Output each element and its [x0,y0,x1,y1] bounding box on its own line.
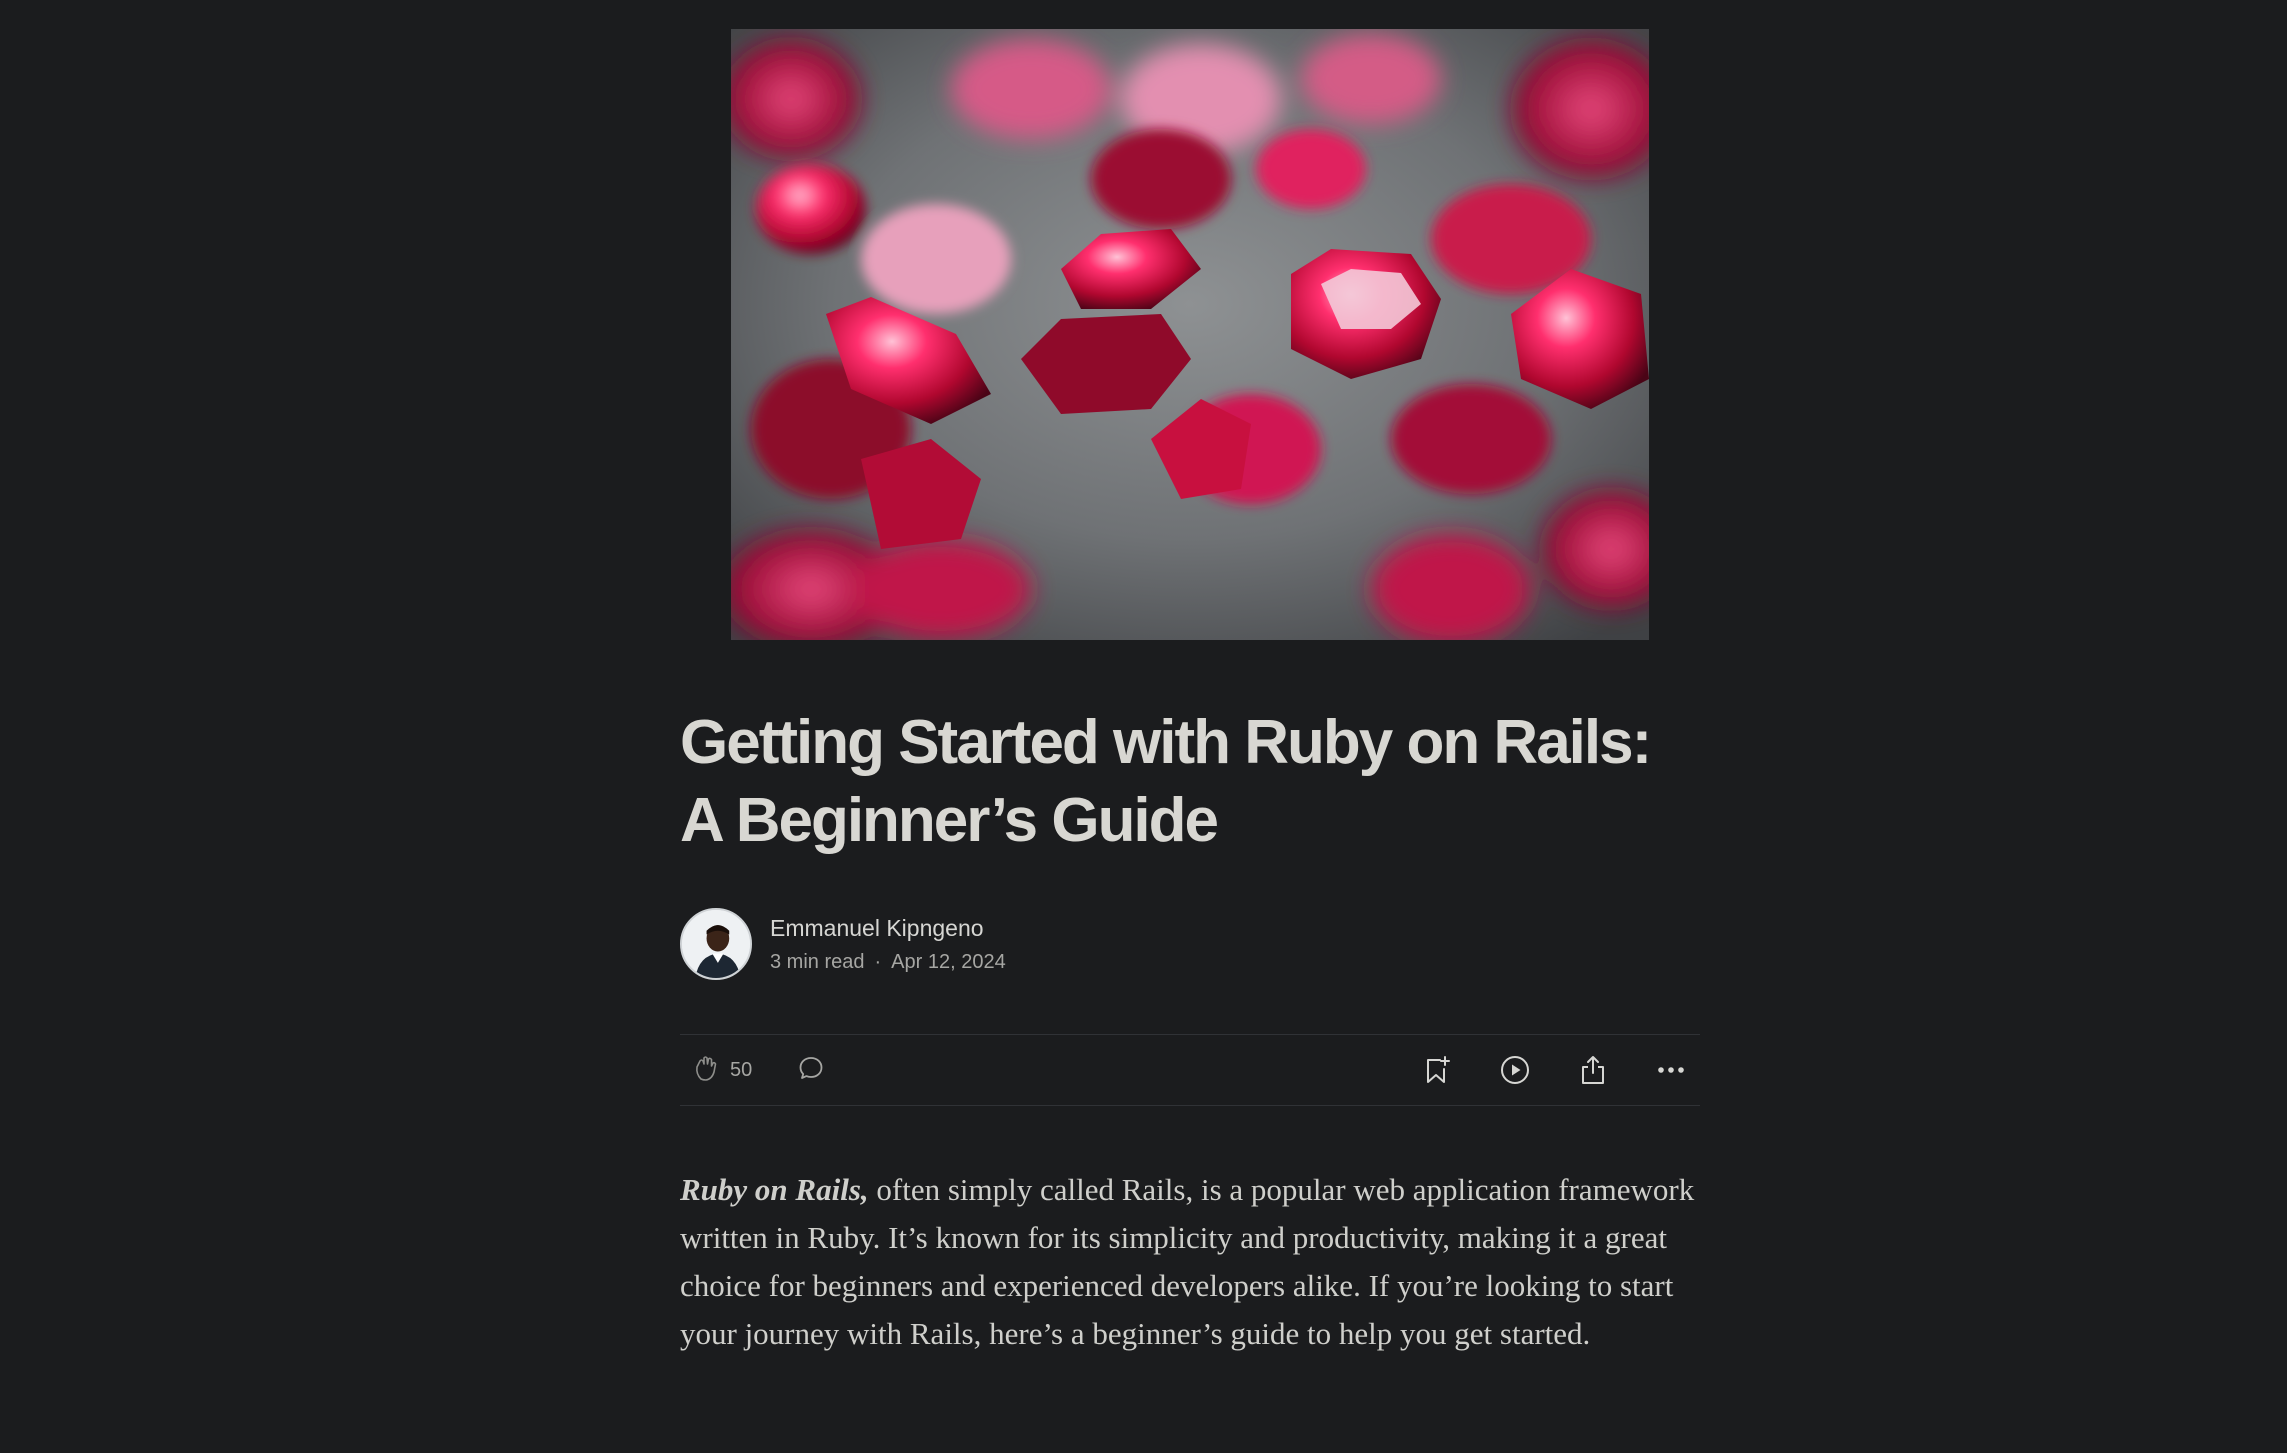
article-meta: 3 min read · Apr 12, 2024 [770,949,1006,975]
meta-separator: · [874,951,882,973]
lead-emphasis: Ruby on Rails, [680,1172,869,1207]
clap-count: 50 [730,1058,753,1081]
comment-button[interactable] [796,1053,826,1088]
author-avatar[interactable] [680,908,752,980]
listen-button[interactable] [1498,1053,1532,1087]
article-title: Getting Started with Ruby on Rails: A Be… [680,708,1652,855]
byline-text: Emmanuel Kipngeno 3 min read · Apr 12, 202… [770,913,1006,975]
bookmark-button[interactable] [1420,1053,1454,1087]
more-options-button[interactable] [1654,1053,1688,1087]
hero-image [731,29,1649,640]
more-horizontal-icon [1656,1065,1686,1075]
share-button[interactable] [1576,1053,1610,1087]
author-name[interactable]: Emmanuel Kipngeno [770,913,1006,943]
comment-icon [796,1053,826,1088]
read-time: 3 min read [770,951,865,973]
clap-icon [692,1053,722,1088]
byline: Emmanuel Kipngeno 3 min read · Apr 12, 202… [680,908,1006,980]
article-action-bar: 50 [680,1034,1700,1106]
clap-button[interactable]: 50 [692,1053,752,1088]
bookmark-add-icon [1422,1054,1452,1086]
avatar-portrait [682,910,750,978]
action-bar-right [1420,1053,1688,1087]
action-bar-left: 50 [692,1053,826,1088]
article-body-paragraph: Ruby on Rails, often simply called Rails… [680,1166,1700,1358]
publish-date: Apr 12, 2024 [891,951,1006,973]
gemstones-illustration [731,29,1649,640]
play-circle-icon [1499,1054,1531,1086]
share-icon [1578,1054,1608,1086]
